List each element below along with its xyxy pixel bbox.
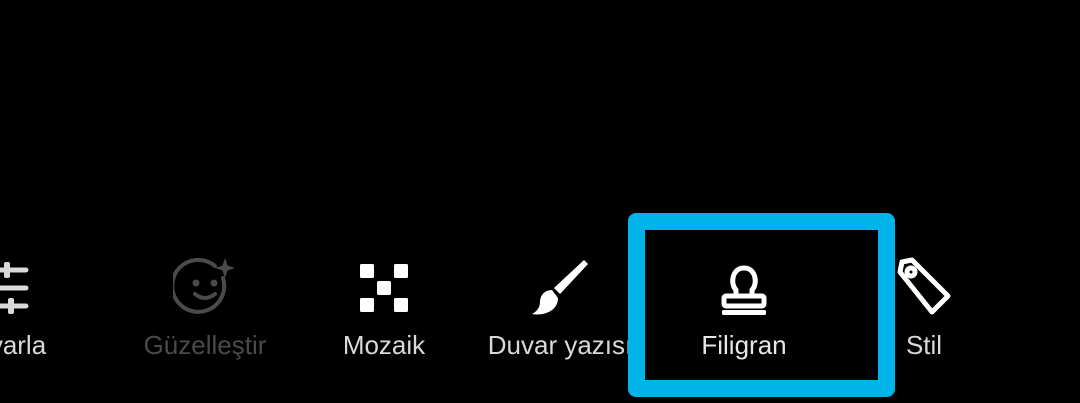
editor-screen: yarla Güzelleştir: [0, 0, 1080, 403]
brush-icon: [528, 256, 592, 320]
stamp-icon: [712, 256, 776, 320]
tool-mosaic-label: Mozaik: [342, 330, 426, 360]
tag-icon: [892, 256, 956, 320]
tool-watermark-label: Filigran: [701, 330, 787, 360]
tool-adjust-label: yarla: [0, 330, 47, 360]
beautify-face-icon: [173, 256, 237, 320]
sliders-icon: [0, 256, 50, 320]
tool-beautify[interactable]: Güzelleştir: [125, 256, 285, 366]
tool-watermark[interactable]: Filigran: [664, 256, 824, 366]
tool-adjust[interactable]: yarla: [0, 256, 98, 366]
tool-graffiti-label: Duvar yazısı: [487, 330, 633, 360]
tool-graffiti[interactable]: Duvar yazısı: [480, 256, 640, 366]
tool-style-label: Stil: [905, 330, 943, 360]
tool-beautify-label: Güzelleştir: [143, 330, 267, 360]
tool-style[interactable]: Stil: [844, 256, 1004, 366]
tool-mosaic[interactable]: Mozaik: [304, 256, 464, 366]
mosaic-icon: [352, 256, 416, 320]
